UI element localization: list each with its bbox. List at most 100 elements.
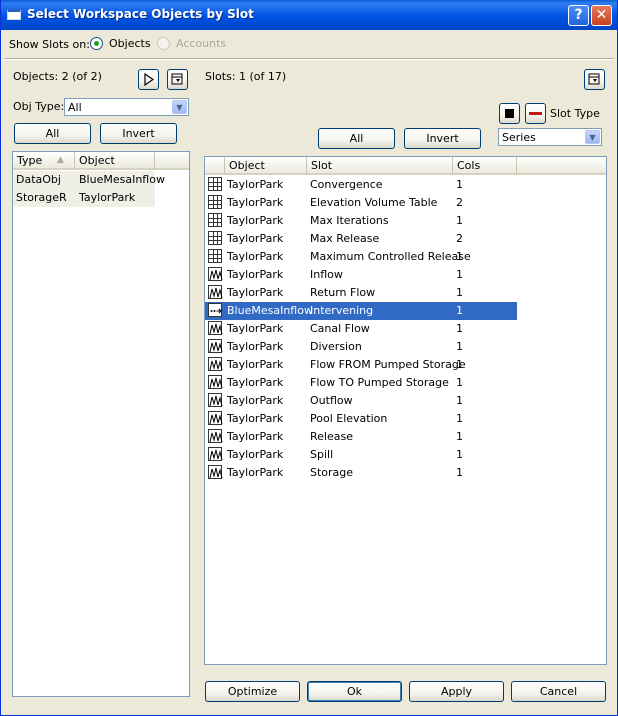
window-icon [7,9,21,20]
show-slots-label: Show Slots on: [9,38,90,51]
column-header-slot[interactable]: Slot [307,157,453,175]
slot-cell-slot: Spill [310,448,334,461]
series-slot-icon [208,429,223,443]
slot-cell-object: TaylorPark [227,322,284,335]
slot-cell-slot: Elevation Volume Table [310,196,438,209]
slot-cell-cols: 1 [456,412,463,425]
slot-cell-cols: 1 [456,250,463,263]
table-slot-icon [208,195,222,209]
table-row[interactable]: TaylorPark Outflow 1 [205,392,517,410]
close-button[interactable]: ✕ [591,5,612,26]
data-series-slot-icon [208,303,222,317]
slot-type-value: Series [502,131,536,144]
slot-cell-slot: Storage [310,466,354,479]
slot-cell-slot: Convergence [310,178,383,191]
slot-type-table-toggle[interactable] [499,103,520,124]
table-slot-icon [208,231,222,245]
table-row[interactable]: TaylorPark Maximum Controlled Release 1 [205,248,517,266]
slot-cell-slot: Flow FROM Pumped Storage [310,358,466,371]
table-row[interactable]: TaylorPark Canal Flow 1 [205,320,517,338]
accounts-radio [157,37,170,50]
table-row[interactable]: TaylorPark Max Release 2 [205,230,517,248]
obj-type-select[interactable]: All ▼ [64,98,189,116]
slots-count: Slots: 1 (of 17) [205,70,287,83]
slot-cell-slot: Pool Elevation [310,412,388,425]
slot-cell-object: TaylorPark [227,376,284,389]
table-row[interactable]: TaylorPark Release 1 [205,428,517,446]
slot-cell-cols: 1 [456,376,463,389]
slots-all-button[interactable]: All [318,128,395,149]
table-row[interactable]: TaylorPark Flow FROM Pumped Storage 1 [205,356,517,374]
objects-invert-button[interactable]: Invert [100,123,177,144]
series-slot-icon [208,357,223,371]
slot-cell-object: BlueMesaInflow [227,304,313,317]
table-row[interactable]: TaylorPark Storage 1 [205,464,517,482]
slots-invert-button[interactable]: Invert [404,128,481,149]
objects-all-button[interactable]: All [14,123,91,144]
table-row[interactable]: TaylorPark Flow TO Pumped Storage 1 [205,374,517,392]
series-slot-icon [208,411,223,425]
table-row[interactable]: BlueMesaInflow Intervening 1 [205,302,517,320]
play-button[interactable] [138,69,159,90]
list-item[interactable]: DataObj BlueMesaInflow [13,171,165,189]
table-row[interactable]: TaylorPark Elevation Volume Table 2 [205,194,517,212]
objects-list[interactable]: Type ▲ Object DataObj BlueMesaInflow Sto… [12,151,190,697]
chevron-down-icon[interactable]: ▼ [172,100,187,114]
apply-button[interactable]: Apply [409,681,504,702]
slot-cell-cols: 2 [456,196,463,209]
objects-radio[interactable] [90,37,103,50]
slot-cell-object: TaylorPark [227,250,284,263]
help-button[interactable]: ? [568,5,589,26]
slot-cell-cols: 1 [456,358,463,371]
slot-cell-object: TaylorPark [227,268,284,281]
accounts-radio-label: Accounts [176,37,227,50]
column-header-filler [517,157,606,175]
slot-cell-cols: 1 [456,430,463,443]
slot-cell-object: TaylorPark [227,214,284,227]
series-slot-icon [208,375,223,389]
slot-cell-slot: Max Release [310,232,380,245]
column-header-cols[interactable]: Cols [453,157,517,175]
chevron-down-icon[interactable]: ▼ [585,130,600,144]
slot-cell-cols: 2 [456,232,463,245]
slot-type-select[interactable]: Series ▼ [498,128,602,146]
table-row[interactable]: TaylorPark Pool Elevation 1 [205,410,517,428]
table-row[interactable]: TaylorPark Diversion 1 [205,338,517,356]
cancel-button[interactable]: Cancel [511,681,606,702]
table-row[interactable]: TaylorPark Convergence 1 [205,176,517,194]
filled-square-icon [505,109,514,118]
list-options-icon [171,73,183,85]
column-header-object[interactable]: Object [225,157,307,175]
table-row[interactable]: TaylorPark Inflow 1 [205,266,517,284]
slots-options-button[interactable] [584,69,605,90]
table-row[interactable]: TaylorPark Spill 1 [205,446,517,464]
slot-cell-object: TaylorPark [227,430,284,443]
column-header-type[interactable]: Type ▲ [13,152,75,170]
table-row[interactable]: TaylorPark Max Iterations 1 [205,212,517,230]
slot-type-series-toggle[interactable] [525,103,546,124]
slot-cell-cols: 1 [456,214,463,227]
objects-radio-label[interactable]: Objects [109,37,151,50]
table-slot-icon [208,213,222,227]
slots-list[interactable]: Object Slot Cols TaylorPark Convergence 1 T… [204,156,607,665]
top-separator [5,58,613,60]
table-slot-icon [208,249,222,263]
obj-type-label: Obj Type: [13,100,65,113]
slot-cell-cols: 1 [456,268,463,281]
table-row[interactable]: TaylorPark Return Flow 1 [205,284,517,302]
title-bar[interactable]: Select Workspace Objects by Slot ? ✕ [1,0,617,30]
ok-button[interactable]: Ok [307,681,402,702]
slot-cell-object: TaylorPark [227,340,284,353]
obj-type-value: All [68,101,82,114]
column-header-object[interactable]: Object [75,152,155,170]
slot-cell-cols: 1 [456,466,463,479]
table-slot-icon [208,177,222,191]
slot-cell-slot: Intervening [310,304,374,317]
window-title: Select Workspace Objects by Slot [27,7,254,21]
optimize-button[interactable]: Optimize [205,681,300,702]
series-slot-icon [208,339,223,353]
slot-cell-object: TaylorPark [227,412,284,425]
objects-options-button[interactable] [167,69,188,90]
slot-cell-slot: Inflow [310,268,343,281]
list-item[interactable]: StorageR TaylorPark [13,189,155,207]
